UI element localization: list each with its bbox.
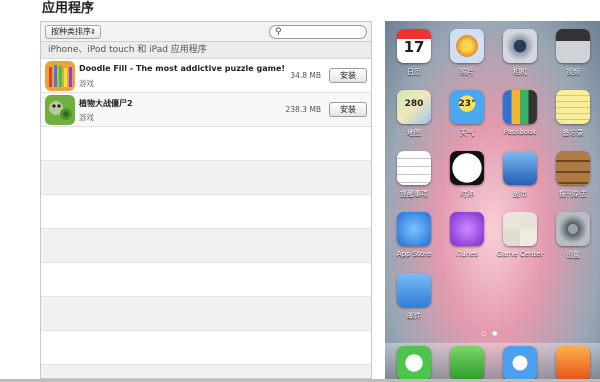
clock-icon: [450, 151, 484, 185]
home-app-gamecenter[interactable]: Game Center: [493, 206, 545, 266]
icon-label: 邮件: [407, 312, 421, 320]
icon-label: 相机: [513, 68, 527, 76]
newsstand-icon: [556, 151, 590, 185]
search-icon: ⚲: [275, 27, 282, 37]
search-input[interactable]: ⚲: [269, 25, 367, 39]
passbook-icon: [503, 90, 537, 124]
app-size: 34.8 MB: [290, 71, 321, 80]
icon-text: 23°: [458, 99, 476, 109]
icon-label: iTunes: [456, 250, 478, 258]
install-button[interactable]: 安装: [329, 102, 367, 117]
settings-icon: [556, 212, 590, 246]
app-row-pvz2[interactable]: 植物大战僵尸2 游戏 238.3 MB 安装: [41, 93, 371, 127]
safari-icon[interactable]: [503, 346, 537, 380]
weather-icon: 23°: [450, 90, 484, 124]
icon-label: 日历: [407, 68, 421, 76]
reminders-icon: [397, 151, 431, 185]
app-size: 238.3 MB: [285, 105, 321, 114]
home-app-photos[interactable]: 照片: [440, 23, 492, 83]
empty-row: [41, 365, 371, 378]
home-app-calendar[interactable]: 17 日历: [387, 23, 439, 83]
install-button[interactable]: 安装: [329, 68, 367, 83]
phone-icon[interactable]: [450, 346, 484, 380]
home-app-notes[interactable]: 备忘录: [546, 84, 598, 144]
icon-label: 天气: [460, 129, 474, 137]
apps-toolbar: 按种类排序 ⇕ ⚲: [41, 22, 371, 42]
home-app-weather[interactable]: 23° 天气: [440, 84, 492, 144]
empty-row: [41, 331, 371, 365]
videos-icon: [556, 29, 590, 63]
messages-icon[interactable]: [397, 346, 431, 380]
pvz2-app-icon: [45, 95, 75, 125]
sort-dropdown[interactable]: 按种类排序 ⇕: [45, 25, 101, 39]
gamecenter-icon: [503, 212, 537, 246]
dock: [385, 343, 600, 382]
mail-icon: [397, 273, 431, 307]
home-app-settings[interactable]: 设置: [546, 206, 598, 266]
calendar-icon: 17: [397, 29, 431, 63]
sort-label: 按种类排序: [51, 27, 91, 36]
section-header: iPhone、iPod touch 和 iPad 应用程序: [41, 42, 371, 59]
home-app-passbook[interactable]: Passbook: [493, 84, 545, 144]
app-category: 游戏: [79, 79, 94, 88]
icon-label: 设置: [566, 251, 580, 259]
icon-label: 地图: [407, 129, 421, 137]
empty-row: [41, 297, 371, 331]
empty-row: [41, 195, 371, 229]
doodle-fill-app-icon: [45, 61, 75, 91]
home-screen-preview: 17 日历 照片 相机 视频 280 地图 23° 天气 Passbook 备忘录提醒事项 时钟 股市 报…: [385, 21, 600, 382]
stocks-icon: [503, 151, 537, 185]
icon-text: 280: [404, 99, 424, 109]
home-app-clock[interactable]: 时钟: [440, 145, 492, 205]
photos-icon: [450, 29, 484, 63]
app-category: 游戏: [79, 113, 94, 122]
app-row-doodle-fill[interactable]: Doodle Fill - The most addictive puzzle …: [41, 59, 371, 93]
empty-row: [41, 229, 371, 263]
icon-label: 备忘录: [562, 129, 584, 137]
home-app-stocks[interactable]: 股市: [493, 145, 545, 205]
icon-label: Game Center: [496, 250, 544, 258]
home-app-mail[interactable]: 邮件: [387, 267, 439, 327]
page-title: 应用程序: [42, 1, 95, 16]
icon-label: 提醒事项: [400, 190, 428, 198]
icon-text: 17: [403, 38, 425, 56]
icon-label: 报刊杂志: [559, 190, 587, 198]
home-app-maps[interactable]: 280 地图: [387, 84, 439, 144]
empty-row: [41, 127, 371, 161]
icon-label: 视频: [566, 68, 580, 76]
home-app-newsstand[interactable]: 报刊杂志: [546, 145, 598, 205]
empty-row: [41, 263, 371, 297]
icon-label: 时钟: [460, 190, 474, 198]
home-app-appstore[interactable]: App Store: [387, 206, 439, 266]
maps-icon: 280: [397, 90, 431, 124]
itunes-icon: [450, 212, 484, 246]
icon-label: Passbook: [503, 128, 537, 136]
notes-icon: [556, 90, 590, 124]
sort-arrow-icon: ⇕: [90, 28, 96, 36]
empty-row: [41, 161, 371, 195]
apps-panel: 按种类排序 ⇕ ⚲ iPhone、iPod touch 和 iPad 应用程序 …: [40, 21, 372, 379]
appstore-icon: [397, 212, 431, 246]
home-app-itunes[interactable]: iTunes: [440, 206, 492, 266]
music-icon[interactable]: [556, 346, 590, 380]
icon-label: 照片: [460, 68, 474, 76]
page-indicator: ○ ●: [481, 330, 500, 337]
home-app-reminders[interactable]: 提醒事项: [387, 145, 439, 205]
app-name: 植物大战僵尸2: [79, 99, 133, 108]
icon-label: App Store: [396, 250, 432, 258]
icon-label: 股市: [513, 190, 527, 198]
camera-icon: [503, 29, 537, 63]
home-app-camera[interactable]: 相机: [493, 23, 545, 83]
home-app-videos[interactable]: 视频: [546, 23, 598, 83]
app-name: Doodle Fill - The most addictive puzzle …: [79, 64, 286, 73]
